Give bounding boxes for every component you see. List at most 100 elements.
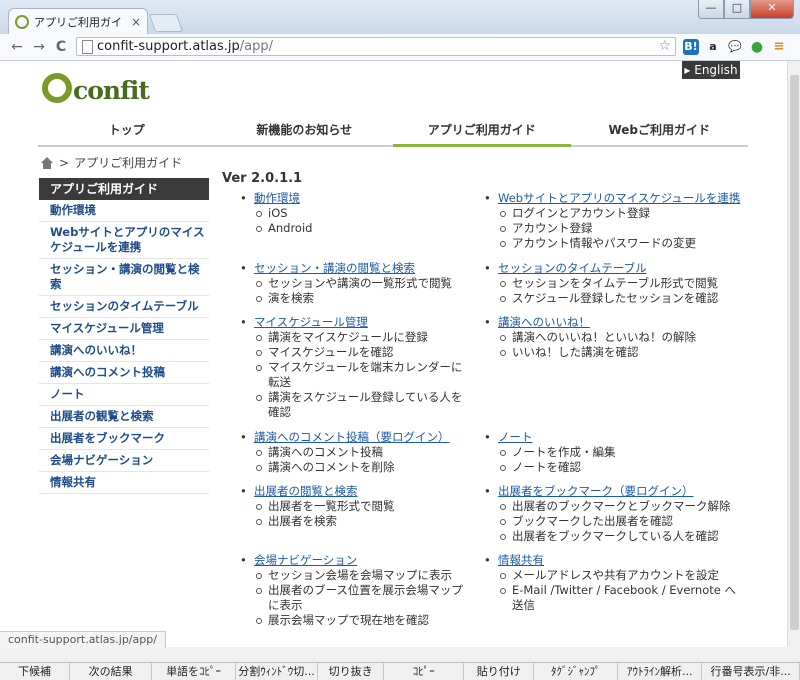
- sidebar-item-like[interactable]: 講演へのいいね！: [39, 340, 209, 362]
- section-link[interactable]: 出展者の閲覧と検索: [240, 484, 470, 499]
- chat-extension-icon[interactable]: 💬: [727, 39, 743, 55]
- sidebar-item-session-browse[interactable]: セッション・講演の閲覧と検索: [39, 259, 209, 296]
- sidebar-item-share[interactable]: 情報共有: [39, 472, 209, 494]
- guide-section: 情報共有 メールアドレスや共有アカウントを設定 E-Mail /Twitter …: [484, 553, 746, 613]
- guide-section: セッション・講演の閲覧と検索 セッションや講演の一覧形式で閲覧 演を検索: [240, 261, 470, 306]
- sidebar-heading: アプリご利用ガイド: [39, 178, 209, 200]
- global-nav: トップ 新機能のお知らせ アプリご利用ガイド Webご利用ガイド: [38, 115, 748, 147]
- guide-section: 動作環境 iOS Android: [240, 191, 470, 236]
- function-key-button[interactable]: 単語をｺﾋﾟｰ: [152, 663, 237, 680]
- guide-section: セッションのタイムテーブル セッションをタイムテーブル形式で閲覧 スケジュール登…: [484, 261, 746, 306]
- forward-button[interactable]: →: [30, 38, 48, 56]
- guide-section: 会場ナビゲーション セッション会場を会場マップに表示 出展者のブース位置を展示会…: [240, 553, 470, 628]
- gnav-app-guide[interactable]: アプリご利用ガイド: [393, 115, 571, 147]
- list-item: 出展者を一覧形式で閲覧: [254, 499, 470, 514]
- sidebar-item-exhibitor-browse[interactable]: 出展者の観覧と検索: [39, 406, 209, 428]
- list-item: メールアドレスや共有アカウントを設定: [498, 568, 746, 583]
- home-icon[interactable]: [40, 156, 54, 169]
- list-item: マイスケジュールを確認: [254, 345, 470, 360]
- list-item: ノートを作成・編集: [498, 445, 746, 460]
- evernote-icon[interactable]: ●: [749, 39, 765, 55]
- list-item: 出展者のブース位置を展示会場マップに表示: [254, 583, 470, 613]
- function-key-button[interactable]: ﾀｸﾞｼﾞｬﾝﾌﾟ: [534, 663, 619, 680]
- list-item: 講演へのコメント投稿: [254, 445, 470, 460]
- section-link[interactable]: マイスケジュール管理: [240, 315, 470, 330]
- section-link[interactable]: 会場ナビゲーション: [240, 553, 470, 568]
- function-key-button[interactable]: 行番号表示/非...: [702, 663, 800, 680]
- sidebar-item-exhibitor-bookmark[interactable]: 出展者をブックマーク: [39, 428, 209, 450]
- function-key-button[interactable]: ｱｳﾄﾗｲﾝ解析...: [618, 663, 703, 680]
- list-item: 講演をスケジュール登録している人を確認: [254, 390, 470, 420]
- bookmark-star-icon[interactable]: ☆: [658, 38, 671, 55]
- section-link[interactable]: Webサイトとアプリのマイスケジュールを連携: [484, 191, 746, 206]
- section-link[interactable]: 講演へのいいね！: [484, 315, 746, 330]
- list-item: セッションをタイムテーブル形式で閲覧: [498, 276, 746, 291]
- page-icon: [82, 40, 93, 54]
- new-tab-button[interactable]: [148, 14, 184, 32]
- back-button[interactable]: ←: [8, 38, 26, 56]
- function-key-button[interactable]: ｺﾋﾟｰ: [384, 663, 465, 680]
- reload-button[interactable]: C: [52, 38, 70, 56]
- section-link[interactable]: 講演へのコメント投稿（要ログイン）: [240, 430, 470, 445]
- list-item: 展示会場マップで現在地を確認: [254, 613, 470, 628]
- guide-section: マイスケジュール管理 講演をマイスケジュールに登録 マイスケジュールを確認 マイ…: [240, 315, 470, 420]
- list-item: 演を検索: [254, 291, 470, 306]
- amazon-icon[interactable]: a: [705, 39, 721, 55]
- function-key-button[interactable]: 下候補: [0, 663, 71, 680]
- chrome-menu-icon[interactable]: ≡: [771, 39, 787, 55]
- sidebar-item-my-schedule[interactable]: マイスケジュール管理: [39, 318, 209, 340]
- list-item: Android: [254, 221, 470, 236]
- page-viewport: confit ▸ English トップ 新機能のお知らせ アプリご利用ガイド …: [0, 61, 787, 647]
- gnav-top[interactable]: トップ: [38, 115, 216, 145]
- section-link[interactable]: ノート: [484, 430, 746, 445]
- browser-tab[interactable]: アプリご利用ガイド - Co ×: [8, 8, 148, 34]
- confit-favicon-icon: [15, 14, 29, 29]
- sidebar-item-schedule-sync[interactable]: Webサイトとアプリのマイスケジュールを連携: [39, 222, 209, 259]
- minimize-button[interactable]: —: [698, 0, 724, 19]
- hatena-bookmark-icon[interactable]: B!: [683, 39, 699, 55]
- browser-toolbar: ← → C confit-support.atlas.jp/app/ ☆ B! …: [0, 34, 800, 61]
- section-link[interactable]: 出展者をブックマーク（要ログイン）: [484, 484, 746, 499]
- breadcrumb-separator: >: [59, 155, 70, 170]
- vertical-scrollbar[interactable]: [787, 61, 800, 647]
- address-bar[interactable]: confit-support.atlas.jp/app/ ☆: [76, 37, 676, 56]
- gnav-news[interactable]: 新機能のお知らせ: [216, 115, 394, 145]
- guide-section: 出展者をブックマーク（要ログイン） 出展者のブックマークとブックマーク解除 ブッ…: [484, 484, 746, 544]
- section-link[interactable]: 情報共有: [484, 553, 746, 568]
- function-key-button[interactable]: 貼り付け: [464, 663, 535, 680]
- status-url-bubble: confit-support.atlas.jp/app/: [0, 631, 166, 648]
- sidebar-item-note[interactable]: ノート: [39, 384, 209, 406]
- section-link[interactable]: セッション・講演の閲覧と検索: [240, 261, 470, 276]
- sidebar-item-environment[interactable]: 動作環境: [39, 200, 209, 222]
- editor-function-bar: 下候補 次の結果 単語をｺﾋﾟｰ 分割ｳｨﾝﾄﾞｳ切... 切り抜き ｺﾋﾟｰ …: [0, 662, 800, 680]
- sidebar-item-comment[interactable]: 講演へのコメント投稿: [39, 362, 209, 384]
- section-link[interactable]: 動作環境: [240, 191, 470, 206]
- list-item: 出展者を検索: [254, 514, 470, 529]
- list-item: iOS: [254, 206, 470, 221]
- maximize-button[interactable]: □: [724, 0, 750, 19]
- english-button[interactable]: ▸ English: [682, 61, 740, 79]
- list-item: E-Mail /Twitter / Facebook / Evernote へ送…: [498, 583, 746, 613]
- sidebar-item-timetable[interactable]: セッションのタイムテーブル: [39, 296, 209, 318]
- gnav-web-guide[interactable]: Webご利用ガイド: [571, 115, 749, 145]
- guide-section: 講演へのいいね！ 講演へのいいね！といいね！の解除 いいね！した講演を確認: [484, 315, 746, 360]
- scrollbar-thumb[interactable]: [790, 75, 799, 630]
- breadcrumb: > アプリご利用ガイド: [40, 154, 182, 171]
- confit-logo[interactable]: confit: [42, 66, 150, 106]
- logo-text: confit: [73, 76, 150, 105]
- list-item: セッションや講演の一覧形式で閲覧: [254, 276, 470, 291]
- function-key-button[interactable]: 切り抜き: [318, 663, 385, 680]
- guide-section: 講演へのコメント投稿（要ログイン） 講演へのコメント投稿 講演へのコメントを削除: [240, 430, 470, 475]
- section-link[interactable]: セッションのタイムテーブル: [484, 261, 746, 276]
- close-window-button[interactable]: ✕: [750, 0, 794, 19]
- guide-section: ノート ノートを作成・編集 ノートを確認: [484, 430, 746, 475]
- window-controls: — □ ✕: [698, 0, 794, 19]
- function-key-button[interactable]: 次の結果: [70, 663, 153, 680]
- list-item: ノートを確認: [498, 460, 746, 475]
- tab-close-icon[interactable]: ×: [131, 15, 141, 29]
- function-key-button[interactable]: 分割ｳｨﾝﾄﾞｳ切...: [236, 663, 319, 680]
- sidebar-item-venue-navigation[interactable]: 会場ナビゲーション: [39, 450, 209, 472]
- logo-ring-icon: [42, 73, 72, 103]
- window-titlebar: アプリご利用ガイド - Co × — □ ✕: [0, 0, 800, 34]
- url-path: /app/: [239, 39, 274, 54]
